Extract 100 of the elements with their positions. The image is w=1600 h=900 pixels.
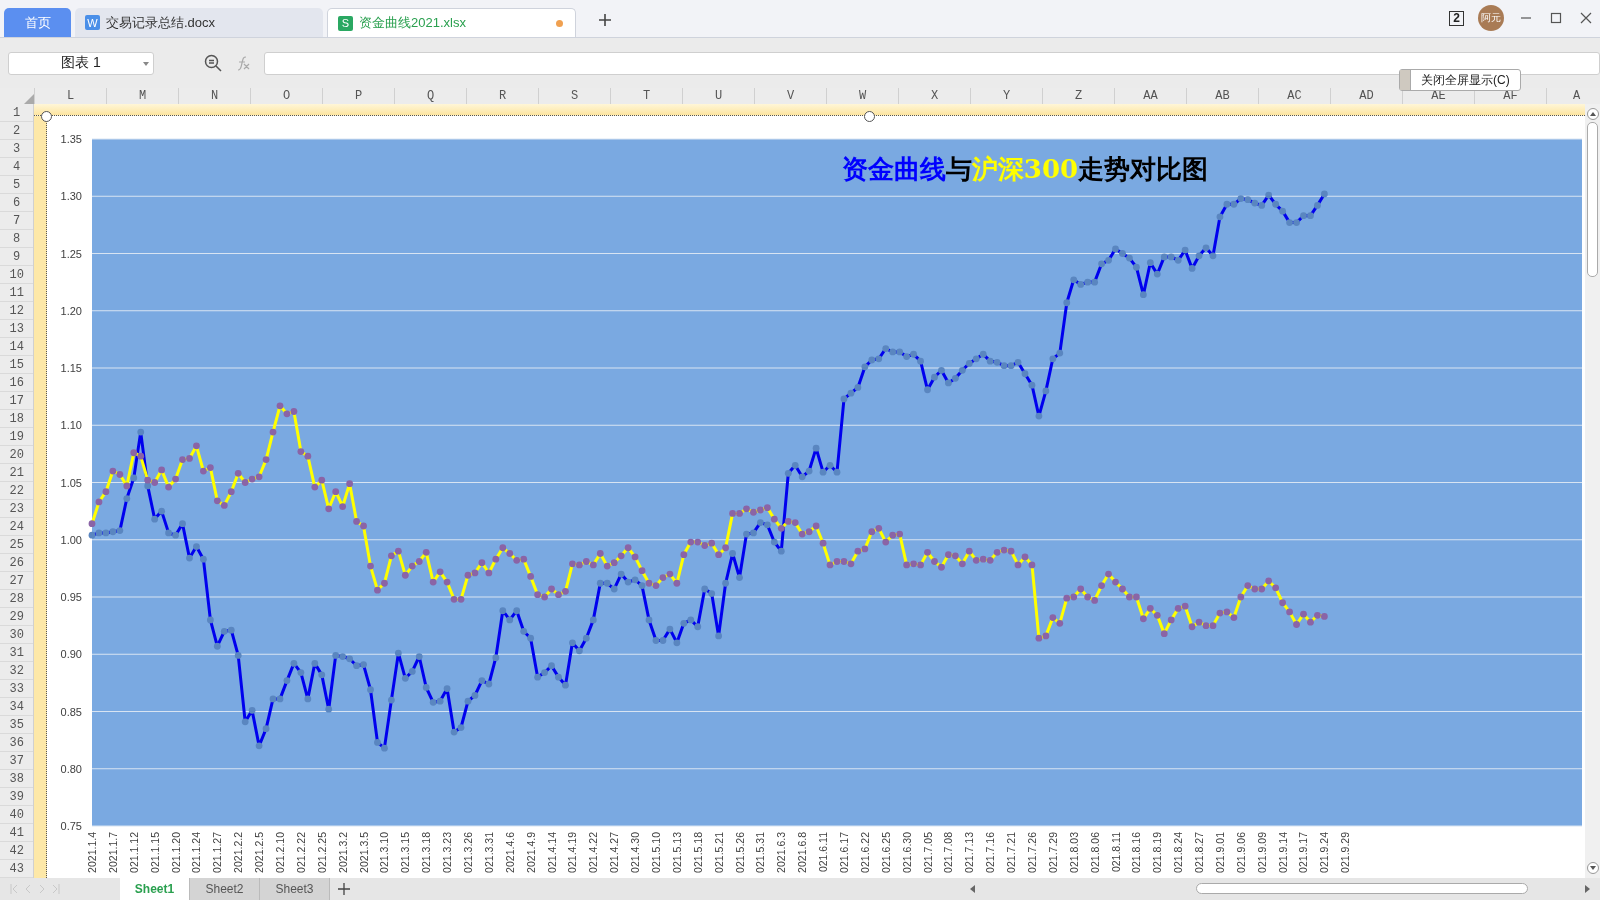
sheet-tab[interactable]: Sheet3	[260, 878, 330, 900]
name-box[interactable]: 图表 1	[8, 51, 154, 75]
axis-label: 021.8.19	[1151, 832, 1164, 873]
row-header[interactable]: 35	[0, 716, 34, 734]
row-header[interactable]: 5	[0, 176, 34, 194]
row-header[interactable]: 32	[0, 662, 34, 680]
tooltip-text: 关闭全屏显示(C)	[1421, 71, 1510, 89]
axis-label: 021.6.11	[817, 832, 830, 873]
axis-label: 021.5.18	[692, 832, 705, 873]
axis-label: 021.9.09	[1256, 832, 1269, 873]
row-header[interactable]: 3	[0, 140, 34, 158]
axis-label: 021.4.30	[629, 832, 642, 873]
axis-label: 1.00	[60, 533, 83, 546]
avatar[interactable]: 阿元	[1478, 5, 1504, 31]
axis-label: 021.8.03	[1068, 832, 1081, 873]
row-header[interactable]: 41	[0, 824, 34, 842]
row-header[interactable]: 21	[0, 464, 34, 482]
axis-label: 2021.3.5	[357, 832, 370, 873]
axis-label: 021.2.25	[316, 832, 329, 873]
row-header[interactable]: 6	[0, 194, 34, 212]
axis-label: 021.2.10	[274, 832, 287, 873]
axis-label: 021.9.24	[1318, 832, 1331, 873]
axis-label: 021.9.17	[1297, 832, 1310, 873]
row-header[interactable]: 24	[0, 518, 34, 536]
row-header[interactable]: 33	[0, 680, 34, 698]
row-header[interactable]: 36	[0, 734, 34, 752]
row-header[interactable]: 13	[0, 320, 34, 338]
axis-label: 021.3.26	[462, 832, 475, 873]
chart-title: 资金曲线与沪深300走势对比图	[842, 154, 1209, 184]
axis-label: 021.3.18	[420, 832, 433, 873]
axis-label: 021.3.10	[378, 832, 391, 873]
row-header[interactable]: 7	[0, 212, 34, 230]
axis-label: 021.1.27	[211, 832, 224, 873]
axis-label: 021.1.15	[149, 832, 161, 873]
axis-label: 021.9.06	[1235, 832, 1248, 873]
row-header[interactable]: 28	[0, 590, 34, 608]
axis-label: 021.4.22	[587, 832, 600, 873]
row-header[interactable]: 30	[0, 626, 34, 644]
row-header[interactable]: 39	[0, 788, 34, 806]
axis-label: 021.3.15	[399, 832, 412, 873]
axis-label: 1.20	[60, 304, 83, 317]
file-tab[interactable]: S 资金曲线2021.xlsx	[327, 8, 576, 37]
row-header[interactable]: 14	[0, 338, 34, 356]
axis-label: 021.7.21	[1005, 832, 1018, 873]
axis-label: 021.1.20	[169, 832, 182, 873]
axis-label: 021.5.10	[650, 832, 663, 873]
axis-label: 021.4.27	[608, 832, 621, 873]
row-header[interactable]: 19	[0, 428, 34, 446]
axis-label: 021.7.08	[942, 832, 955, 873]
row-header[interactable]: 22	[0, 482, 34, 500]
row-header[interactable]: 20	[0, 446, 34, 464]
row-header[interactable]: 10	[0, 266, 34, 284]
axis-label: 2021.6.8	[796, 832, 809, 873]
axis-label: 021.9.01	[1214, 832, 1227, 873]
row-header[interactable]: 23	[0, 500, 34, 518]
row-header[interactable]: 37	[0, 752, 34, 770]
axis-label: 021.9.14	[1276, 832, 1289, 873]
window-count[interactable]: 2	[1449, 10, 1464, 26]
axis-label: 021.6.30	[900, 832, 913, 873]
row-header[interactable]: 25	[0, 536, 34, 554]
row-header[interactable]: 26	[0, 554, 34, 572]
axis-label: 021.4.19	[566, 832, 579, 873]
axis-label: 021.7.16	[984, 832, 997, 873]
row-header[interactable]: 4	[0, 158, 34, 176]
row-header[interactable]: 18	[0, 410, 34, 428]
row-header[interactable]: 8	[0, 230, 34, 248]
column-header[interactable]: A	[1547, 88, 1600, 104]
row-header[interactable]: 11	[0, 284, 34, 302]
axis-label: 021.5.26	[733, 832, 746, 873]
row-header[interactable]: 29	[0, 608, 34, 626]
axis-label: 1.05	[60, 476, 83, 489]
axis-label: 0.95	[60, 591, 83, 603]
axis-label: 2021.1.4	[86, 832, 99, 873]
file-tab[interactable]: W 交易记录总结.docx	[75, 8, 323, 37]
row-header[interactable]: 15	[0, 356, 34, 374]
row-header[interactable]: 31	[0, 644, 34, 662]
sheet-tab[interactable]: Sheet2	[190, 878, 260, 900]
row-header[interactable]: 38	[0, 770, 34, 788]
row-header[interactable]: 34	[0, 698, 34, 716]
row-header[interactable]: 12	[0, 302, 34, 320]
row-header[interactable]: 40	[0, 806, 34, 824]
axis-label: 021.8.06	[1088, 832, 1101, 873]
row-header[interactable]: 16	[0, 374, 34, 392]
axis-label: 021.7.29	[1047, 832, 1060, 873]
axis-label: 021.7.05	[921, 832, 934, 873]
row-header[interactable]: 9	[0, 248, 34, 266]
axis-label: 1.25	[60, 247, 83, 260]
row-header[interactable]: 27	[0, 572, 34, 590]
tooltip[interactable]: 关闭全屏显示(C)	[1399, 69, 1521, 91]
sheet-tab[interactable]: Sheet1	[120, 878, 190, 900]
row-header[interactable]: 1	[0, 104, 34, 122]
axis-label: 0.75	[60, 820, 83, 832]
axis-label: 2021.4.6	[504, 832, 517, 873]
axis-label: 2021.1.7	[107, 832, 120, 873]
row-header[interactable]: 2	[0, 122, 34, 140]
row-header[interactable]: 42	[0, 842, 34, 860]
axis-label: 2021.3.2	[336, 832, 349, 873]
axis-label: 021.9.29	[1339, 832, 1352, 873]
row-header[interactable]: 17	[0, 392, 34, 410]
document-icon: W	[85, 15, 100, 30]
